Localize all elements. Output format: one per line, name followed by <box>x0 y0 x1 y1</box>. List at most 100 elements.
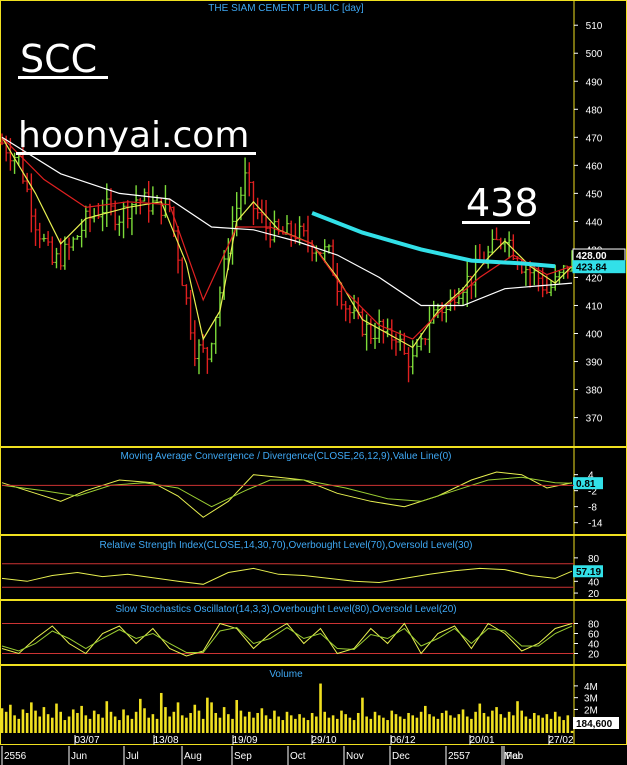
ma-fast-line <box>1 136 573 349</box>
volume-bar <box>126 715 130 733</box>
volume-bar <box>218 717 222 733</box>
volume-bar <box>139 698 142 733</box>
price-tick-label: 450 <box>586 189 603 200</box>
watermark-label: hoonyai.com <box>18 115 249 156</box>
rsi-tick-label: 40 <box>588 577 600 588</box>
volume-bar <box>453 717 456 733</box>
rsi-value-label: 57.19 <box>576 567 601 578</box>
volume-bar <box>239 710 243 733</box>
volume-bar <box>507 711 511 733</box>
volume-bar <box>403 718 406 733</box>
watermark-underline <box>16 152 256 155</box>
x-month-label: Dec <box>392 751 410 762</box>
volume-bar <box>537 715 540 733</box>
volume-bar <box>394 714 398 733</box>
volume-bar <box>201 718 205 733</box>
volume-bar <box>285 711 289 733</box>
volume-bar <box>465 716 469 733</box>
panel-frames <box>0 0 627 745</box>
volume-bar <box>71 709 75 733</box>
volume-bar <box>17 718 21 733</box>
volume-bar <box>419 711 423 733</box>
volume-bar <box>206 697 209 733</box>
x-date-label: 19/09 <box>232 735 257 746</box>
macd-tick-label: -8 <box>588 503 597 514</box>
volume-bar <box>306 720 310 733</box>
volume-bar <box>503 717 507 733</box>
volume-bar <box>210 702 213 733</box>
volume-bar <box>545 714 549 733</box>
price-tick-label: 510 <box>586 21 603 32</box>
volume-bar <box>118 720 121 733</box>
volume-bar <box>159 692 163 733</box>
price-tick-label: 470 <box>586 133 603 144</box>
price-tick-label: 420 <box>586 273 603 284</box>
volume-bar <box>193 704 197 733</box>
volume-bar <box>176 702 180 733</box>
volume-bar <box>411 715 415 733</box>
volume-bar <box>541 717 544 733</box>
volume-bar <box>143 708 146 733</box>
stochastic-d-line <box>1 625 573 653</box>
x-date-label: 13/08 <box>153 735 178 746</box>
volume-bar <box>9 704 12 733</box>
rsi-tick-label: 20 <box>588 589 600 600</box>
rsi-panel: 8060402057.19 <box>1 554 603 600</box>
volume-bar <box>331 715 335 733</box>
volume-bar <box>528 718 532 733</box>
volume-bar <box>352 720 356 733</box>
volume-title: Volume <box>269 669 303 680</box>
volume-bar <box>532 712 536 733</box>
volume-bar <box>474 711 477 733</box>
price-y-gridlines <box>574 24 578 419</box>
volume-bar <box>294 718 297 733</box>
ticker-underline <box>18 76 108 79</box>
volume-bar <box>457 714 461 733</box>
volume-bar <box>109 711 113 733</box>
volume-bar <box>189 712 192 733</box>
x-month-label: Jul <box>126 751 139 762</box>
volume-bar <box>524 716 528 733</box>
volume-bar <box>155 718 159 733</box>
price-tick-label: 380 <box>586 386 603 397</box>
volume-bar <box>101 717 104 733</box>
volume-bar <box>415 717 419 733</box>
volume-bar <box>231 718 234 733</box>
volume-bar <box>348 717 352 733</box>
volume-bar <box>97 714 100 733</box>
volume-bar <box>558 716 561 733</box>
x-month-strip <box>0 746 627 765</box>
x-date-label: 20/01 <box>469 735 494 746</box>
volume-bar <box>356 712 360 733</box>
volume-bar <box>520 710 524 733</box>
volume-bar <box>369 718 373 733</box>
price-tick-label: 490 <box>586 77 603 88</box>
volume-bar <box>407 712 410 733</box>
volume-bar <box>235 700 239 733</box>
x-date-label: 06/12 <box>390 735 415 746</box>
x-month-label: Sep <box>234 751 252 762</box>
price-tick-label: 370 <box>586 414 603 425</box>
volume-bar <box>180 715 184 733</box>
volume-bar <box>273 710 276 733</box>
stochastic-k-line <box>1 622 573 657</box>
volume-bar <box>365 716 368 733</box>
volume-bar <box>50 717 54 733</box>
volume-bar <box>449 715 452 733</box>
volume-bar <box>319 683 322 733</box>
volume-bar <box>377 715 381 733</box>
volume-bar <box>461 709 465 733</box>
volume-bar <box>13 715 16 733</box>
volume-bar <box>516 701 519 733</box>
annotation-underline <box>462 221 530 224</box>
price-tick-label: 480 <box>586 105 603 116</box>
price-overlay-lines <box>1 136 573 349</box>
volume-bar <box>512 715 515 733</box>
volume-tick-label: 2M <box>584 705 598 716</box>
volume-bar <box>63 720 67 733</box>
macd-tick-label: -14 <box>588 519 603 530</box>
volume-bar <box>214 712 218 733</box>
volume-bar <box>491 710 494 733</box>
macd-title: Moving Average Convergence / Divergence(… <box>121 451 452 462</box>
volume-bar <box>256 712 259 733</box>
